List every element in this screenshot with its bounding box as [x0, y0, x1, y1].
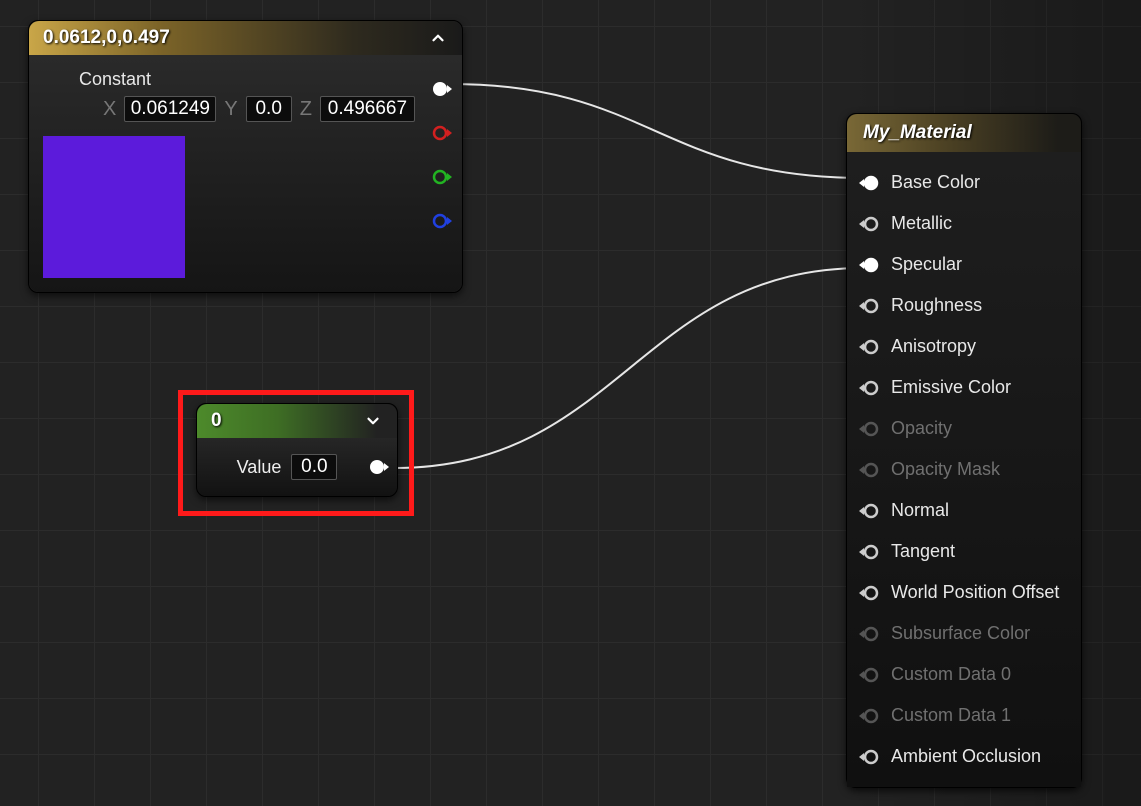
material-input-label: Subsurface Color — [891, 623, 1030, 644]
color-swatch[interactable] — [43, 136, 185, 278]
material-input-pin[interactable] — [859, 421, 879, 437]
material-input-pin[interactable] — [859, 585, 879, 601]
material-input-pin[interactable] — [859, 339, 879, 355]
material-input-row: Base Color — [853, 162, 1071, 203]
material-input-row: Opacity Mask — [853, 449, 1071, 490]
constant-label: Constant — [79, 69, 418, 90]
y-input[interactable] — [246, 96, 292, 122]
scalar-output-pin[interactable] — [369, 459, 389, 475]
node-title: 0.0612,0,0.497 — [43, 27, 170, 49]
material-input-pin[interactable] — [859, 380, 879, 396]
material-input-label: World Position Offset — [891, 582, 1059, 603]
z-input[interactable] — [320, 96, 415, 122]
material-input-row: Roughness — [853, 285, 1071, 326]
material-input-label: Emissive Color — [891, 377, 1011, 398]
material-input-pin[interactable] — [859, 216, 879, 232]
z-label: Z — [300, 98, 312, 121]
material-input-pin[interactable] — [859, 298, 879, 314]
r-output-pin[interactable] — [432, 125, 452, 141]
material-input-label: Ambient Occlusion — [891, 746, 1041, 767]
g-output-pin[interactable] — [432, 169, 452, 185]
material-input-label: Base Color — [891, 172, 980, 193]
material-input-row: Custom Data 1 — [853, 695, 1071, 736]
material-input-pin[interactable] — [859, 257, 879, 273]
material-input-row: Specular — [853, 244, 1071, 285]
material-input-label: Roughness — [891, 295, 982, 316]
material-input-pin[interactable] — [859, 667, 879, 683]
rgba-output-pin[interactable] — [432, 81, 452, 97]
material-input-label: Custom Data 1 — [891, 705, 1011, 726]
material-input-pin[interactable] — [859, 462, 879, 478]
material-input-row: Subsurface Color — [853, 613, 1071, 654]
y-label: Y — [224, 98, 237, 121]
material-input-label: Metallic — [891, 213, 952, 234]
material-input-row: Emissive Color — [853, 367, 1071, 408]
material-input-label: Opacity Mask — [891, 459, 1000, 480]
material-input-pin[interactable] — [859, 175, 879, 191]
material-output-node[interactable]: My_Material Base Color Metallic Specular Ro… — [846, 113, 1082, 788]
material-input-label: Anisotropy — [891, 336, 976, 357]
value-label: Value — [237, 457, 282, 478]
node-title: My_Material — [863, 122, 972, 143]
collapse-icon[interactable] — [428, 28, 448, 48]
expand-icon[interactable] — [363, 411, 383, 431]
material-input-pin[interactable] — [859, 503, 879, 519]
material-input-row: Opacity — [853, 408, 1071, 449]
material-input-pin[interactable] — [859, 544, 879, 560]
material-input-label: Normal — [891, 500, 949, 521]
material-input-pin[interactable] — [859, 626, 879, 642]
material-input-row: Tangent — [853, 531, 1071, 572]
material-input-label: Tangent — [891, 541, 955, 562]
vector-constant-node[interactable]: 0.0612,0,0.497 Constant X Y Z — [28, 20, 463, 293]
material-input-label: Custom Data 0 — [891, 664, 1011, 685]
material-input-row: Custom Data 0 — [853, 654, 1071, 695]
material-input-row: Normal — [853, 490, 1071, 531]
material-input-label: Opacity — [891, 418, 952, 439]
material-input-row: Metallic — [853, 203, 1071, 244]
material-input-row: Ambient Occlusion — [853, 736, 1071, 777]
material-input-row: Anisotropy — [853, 326, 1071, 367]
value-input[interactable] — [291, 454, 337, 480]
material-input-label: Specular — [891, 254, 962, 275]
node-title: 0 — [211, 410, 222, 432]
material-input-row: World Position Offset — [853, 572, 1071, 613]
material-input-pin[interactable] — [859, 708, 879, 724]
b-output-pin[interactable] — [432, 213, 452, 229]
material-input-pin[interactable] — [859, 749, 879, 765]
scalar-constant-node[interactable]: 0 Value — [196, 403, 398, 497]
x-label: X — [103, 98, 116, 121]
x-input[interactable] — [124, 96, 216, 122]
